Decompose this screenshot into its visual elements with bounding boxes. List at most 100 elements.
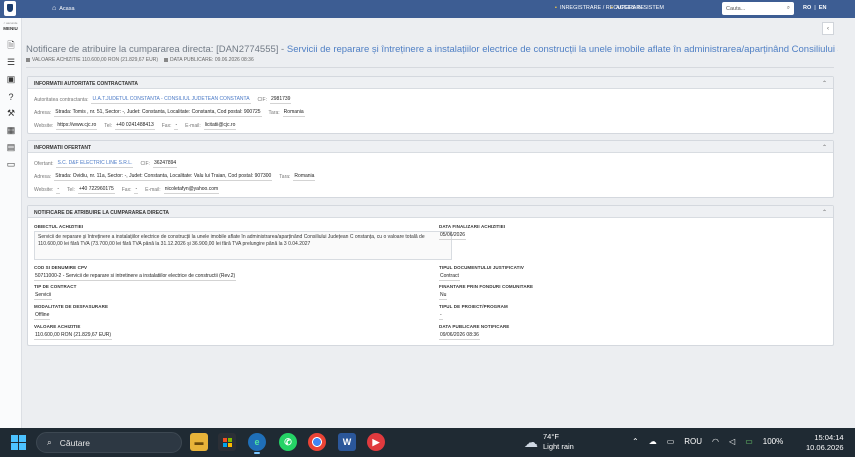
- weather-temp: 74°F: [543, 432, 559, 441]
- network-adapter-icon[interactable]: ▭: [667, 437, 675, 446]
- search-icon: ⌕: [47, 437, 52, 447]
- taskbar-search[interactable]: ⌕ Căutare: [36, 432, 182, 453]
- file-explorer-icon[interactable]: ▬: [190, 433, 208, 451]
- divider: [26, 67, 834, 68]
- valoare-value: 110.600,00 RON (21.829,67 EUR): [34, 332, 113, 340]
- data-info-label: DATA PUBLICARE:: [169, 57, 214, 63]
- search-placeholder: Cauta...: [726, 5, 746, 12]
- autoritate-adresa-row: Adresa: Strada: Tomis , nr. 51, Sector: …: [34, 109, 305, 117]
- battery-icon[interactable]: ▭: [745, 437, 753, 446]
- clock[interactable]: 15:04:14 10.06.2026: [806, 433, 844, 453]
- tip-contract-label: TIP DE CONTRACT: [34, 284, 77, 289]
- windows-start-icon[interactable]: [11, 435, 26, 450]
- login-link[interactable]: ▪ ACCES IN SISTEM: [611, 5, 664, 11]
- modalitate-value: Offline: [34, 312, 51, 320]
- collapse-panel-button[interactable]: ‹: [822, 22, 834, 35]
- ofertant-tara-label: Tara:: [279, 174, 291, 180]
- list-icon[interactable]: ☰: [0, 54, 22, 71]
- autoritate-cif: 2981739: [270, 96, 292, 104]
- search-icon[interactable]: ⌕: [787, 5, 790, 12]
- document-icon[interactable]: 🗎: [0, 37, 22, 54]
- help-icon[interactable]: ?: [0, 88, 22, 105]
- lang-ro[interactable]: RO: [803, 5, 811, 11]
- menu-hide-label: < ascunde: [3, 21, 18, 25]
- taskbar: ⌕ Căutare ▬ e ✆ W ▶ ☁ 74°F Light rain ⌃ …: [0, 428, 855, 457]
- autoritate-contact-row: Website: https://www.cjc.ro Tel: +40 024…: [34, 122, 237, 130]
- whatsapp-icon[interactable]: ✆: [279, 433, 297, 451]
- page-subinfo: VALOARE ACHIZITIE 110.600,00 RON (21.829…: [26, 57, 254, 63]
- modalitate-label: MODALITATE DE DESFASURARE: [34, 304, 109, 309]
- search-input[interactable]: Cauta... ⌕: [722, 2, 794, 15]
- valoare-label: VALOARE ACHIZITIE: [34, 324, 81, 329]
- site-logo[interactable]: [4, 1, 16, 16]
- ofertant-email: nicoletafyn@yahoo.com: [163, 186, 220, 194]
- tools-icon[interactable]: ⚒: [0, 105, 22, 122]
- weather-desc: Light rain: [543, 442, 574, 451]
- menu-toggle[interactable]: < ascunde MENIU: [0, 18, 21, 31]
- lang-separator: |: [814, 5, 816, 11]
- panel-ofertant-header[interactable]: INFORMATII OFERTANT ⌃: [28, 141, 833, 153]
- data-finalizare-label: DATA FINALIZARII ACHIZITIEI: [439, 224, 506, 229]
- ofertant-website-label: Website:: [34, 187, 54, 193]
- panel-notificare-header[interactable]: NOTIFICARE DE ATRIBUIRE LA CUMPARAREA DI…: [28, 206, 833, 218]
- ofertant-link[interactable]: S.C. D&F ELECTRIC LINE S.R.L.: [56, 160, 134, 168]
- calculator-icon[interactable]: ▦: [0, 122, 22, 139]
- data-finalizare-value: 05/06/2026: [439, 232, 467, 240]
- cpv-label: COD SI DENUMIRE CPV: [34, 265, 88, 270]
- chevron-up-icon[interactable]: ⌃: [822, 209, 827, 216]
- chrome-icon[interactable]: [308, 433, 326, 451]
- autoritate-link[interactable]: U.A.T.JUDETUL CONSTANTA - CONSILIUL JUDE…: [91, 96, 251, 104]
- ofertant-adresa: Strada: Ovidiu, nr. 11a, Sector: -, Jude…: [54, 173, 273, 181]
- weather-widget[interactable]: ☁ 74°F Light rain: [524, 432, 574, 452]
- ofertant-adresa-row: Adresa: Strada: Ovidiu, nr. 11a, Sector:…: [34, 173, 316, 181]
- ofertant-fax: -: [134, 186, 139, 194]
- table-icon[interactable]: ▤: [0, 139, 22, 156]
- chat-icon[interactable]: ▭: [0, 156, 22, 173]
- cloud-icon[interactable]: ☁: [649, 437, 657, 446]
- autoritate-tel: +40 0241488413: [115, 122, 155, 130]
- chevron-left-icon: ‹: [827, 25, 829, 32]
- chevron-up-icon[interactable]: ⌃: [822, 144, 827, 151]
- tip-contract-value: Servicii: [34, 292, 53, 300]
- panel-autoritate-header[interactable]: INFORMATII AUTORITATE CONTRACTANTA ⌃: [28, 77, 833, 89]
- home-icon: ⌂: [52, 5, 57, 12]
- top-navbar: ⌂ Acasa ▪ INREGISTRARE / RECUPERARE ▪ AC…: [0, 0, 855, 18]
- obiect-label: OBIECTUL ACHIZITIEI: [34, 224, 84, 229]
- ofertant-fax-label: Fax:: [121, 187, 132, 193]
- input-language[interactable]: ROU: [684, 437, 702, 446]
- data-publicare-value: 09/06/2026 08:36: [439, 332, 480, 340]
- autoritate-label: Autoritatea contractanta:: [34, 97, 89, 103]
- home-label: Acasa: [59, 5, 75, 12]
- home-link[interactable]: ⌂ Acasa: [52, 5, 75, 12]
- form-icon[interactable]: ▣: [0, 71, 22, 88]
- title-prefix: Notificare de atribuire la cumpararea di…: [26, 44, 287, 55]
- volume-icon[interactable]: ◁: [729, 437, 735, 446]
- chevron-up-icon[interactable]: ⌃: [632, 437, 639, 446]
- autoritate-email: licitatii@cjc.ro: [203, 122, 237, 130]
- data-info: DATA PUBLICARE: 09.06.2026 08:36: [163, 57, 254, 63]
- autoritate-fax-label: Fax:: [161, 123, 172, 129]
- ofertant-adresa-label: Adresa:: [34, 174, 52, 180]
- tip-document-label: TIPUL DOCUMENTULUI JUSTIFICATIV: [439, 265, 524, 270]
- browser-viewport: ⌂ Acasa ▪ INREGISTRARE / RECUPERARE ▪ AC…: [0, 0, 855, 428]
- taskbar-search-label: Căutare: [59, 437, 91, 448]
- chevron-up-icon[interactable]: ⌃: [822, 80, 827, 87]
- media-player-icon[interactable]: ▶: [367, 433, 385, 451]
- word-icon[interactable]: W: [338, 433, 356, 451]
- lang-en[interactable]: EN: [819, 5, 827, 11]
- fonduri-label: FINANTARE PRIN FONDURI COMUNITARE: [439, 284, 534, 289]
- edge-icon[interactable]: e: [248, 433, 266, 454]
- money-icon: [26, 57, 30, 62]
- obiect-text: Servicii de reparare și întreținere a in…: [34, 231, 452, 260]
- lock-icon: ▪: [611, 5, 613, 11]
- user-plus-icon: ▪: [555, 5, 557, 11]
- autoritate-email-label: E-mail:: [185, 123, 201, 129]
- ofertant-label: Ofertant:: [34, 161, 54, 167]
- wifi-icon[interactable]: ◠: [712, 437, 719, 446]
- system-tray: ⌃ ☁ ▭ ROU ◠ ◁ ▭ 100%: [632, 437, 783, 446]
- ofertant-row: Ofertant: S.C. D&F ELECTRIC LINE S.R.L. …: [34, 160, 178, 168]
- store-icon[interactable]: [218, 433, 236, 451]
- fonduri-value: Nu: [439, 292, 448, 300]
- ofertant-tel-label: Tel:: [67, 187, 75, 193]
- valoare-info-value: 110.600,00 RON (21.829,67 EUR): [81, 57, 158, 63]
